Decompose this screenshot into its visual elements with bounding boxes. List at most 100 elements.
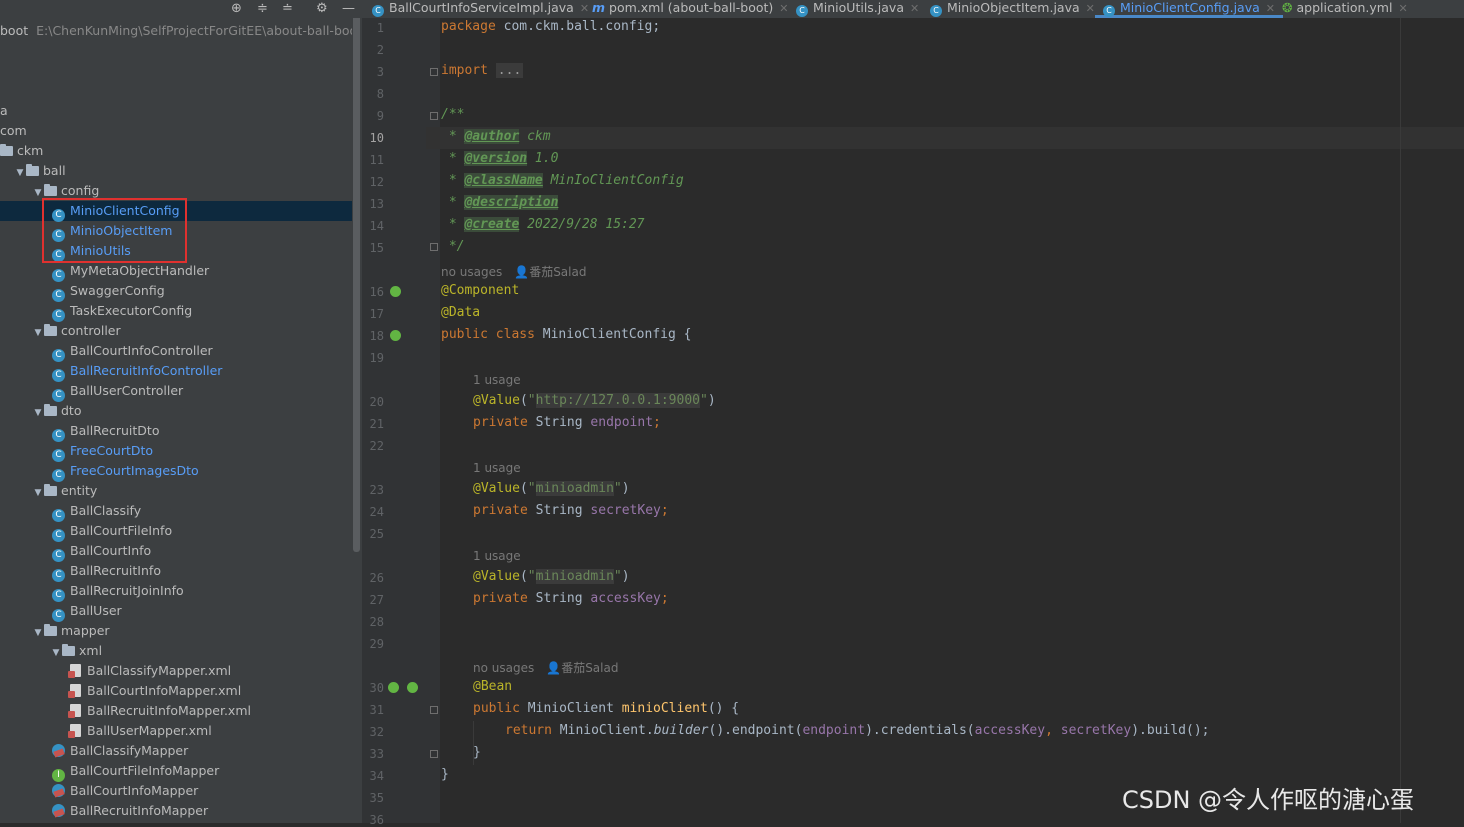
spring-bean-icon[interactable] — [390, 286, 401, 297]
tree-item-dto[interactable]: ▼ dto — [32, 401, 82, 423]
chevron-down-icon[interactable]: ▼ — [50, 643, 62, 663]
tree-item-mapper[interactable]: ▼ mapper — [32, 621, 110, 641]
line-number[interactable]: 16 — [362, 285, 384, 299]
code-line-9[interactable]: /** — [441, 107, 464, 122]
line-number[interactable]: 9 — [362, 109, 384, 123]
line-number[interactable]: 26 — [362, 571, 384, 585]
spring-bean-icon[interactable] — [388, 682, 399, 693]
line-number[interactable]: 24 — [362, 505, 384, 519]
close-icon[interactable]: ✕ — [1086, 2, 1095, 15]
code-line-23[interactable]: @Value("minioadmin") — [473, 481, 630, 496]
close-icon[interactable]: ✕ — [1398, 2, 1407, 15]
code-line-16[interactable]: @Component — [441, 283, 519, 298]
close-icon[interactable]: ✕ — [779, 2, 788, 15]
code-line-15[interactable]: */ — [441, 239, 465, 254]
line-number[interactable]: 2 — [362, 43, 384, 57]
tree-item-mymetaobjecthandler[interactable]: C MyMetaObjectHandler — [52, 261, 209, 282]
tree-item-ballclassify[interactable]: C BallClassify — [52, 501, 141, 522]
tree-item-ballusercontroller[interactable]: C BallUserController — [52, 381, 183, 402]
tree-item-ballrecruitdto[interactable]: C BallRecruitDto — [52, 421, 159, 442]
tab-minioclientconfig[interactable]: C MinioClientConfig.java ✕ — [1095, 0, 1283, 18]
chevron-down-icon[interactable]: ▼ — [32, 483, 44, 503]
line-number[interactable]: 13 — [362, 197, 384, 211]
line-number[interactable]: 15 — [362, 241, 384, 255]
chevron-down-icon[interactable]: ▼ — [14, 163, 26, 183]
fold-marker[interactable] — [430, 750, 438, 758]
tree-item-ballcourtfileinfomapper[interactable]: I BallCourtFileInfoMapper — [52, 761, 219, 782]
line-number[interactable]: 22 — [362, 439, 384, 453]
tree-item-ballcourtinfomapper-xml[interactable]: BallCourtInfoMapper.xml — [68, 681, 241, 701]
tab-pom-xml[interactable]: m pom.xml (about-ball-boot) ✕ — [592, 0, 789, 18]
tree-item-ballcourtinfocontroller[interactable]: C BallCourtInfoController — [52, 341, 213, 362]
tree-item-freecourtdto[interactable]: C FreeCourtDto — [52, 441, 153, 462]
line-number[interactable]: 28 — [362, 615, 384, 629]
line-number[interactable]: 19 — [362, 351, 384, 365]
line-number[interactable]: 1 — [362, 21, 384, 35]
inlay-hint-usages[interactable]: no usages 👤番茄Salad — [441, 263, 586, 280]
collapse-all-icon[interactable]: ≐ — [282, 1, 293, 16]
gear-icon[interactable]: ⚙ — [316, 1, 328, 16]
line-number[interactable]: 31 — [362, 703, 384, 717]
tree-item-balluser[interactable]: C BallUser — [52, 601, 122, 622]
tab-minioutils[interactable]: C MinioUtils.java ✕ — [796, 0, 919, 18]
folded-imports[interactable]: ... — [495, 63, 524, 78]
line-number[interactable]: 20 — [362, 395, 384, 409]
spring-bean-icon[interactable] — [407, 682, 418, 693]
code-line-33[interactable]: } — [473, 745, 481, 760]
line-number[interactable]: 29 — [362, 637, 384, 651]
code-line-18[interactable]: public class MinioClientConfig { — [441, 327, 691, 342]
chevron-down-icon[interactable]: ▼ — [32, 323, 44, 343]
tree-item-com[interactable]: com — [0, 121, 27, 141]
inlay-hint-usages[interactable]: 1 usage — [473, 549, 521, 563]
code-line-12[interactable]: * @className MinIoClientConfig — [441, 173, 684, 188]
line-number[interactable]: 21 — [362, 417, 384, 431]
chevron-down-icon[interactable]: ▼ — [32, 403, 44, 423]
line-number[interactable]: 3 — [362, 65, 384, 79]
line-number[interactable]: 10 — [362, 131, 384, 145]
line-number[interactable]: 14 — [362, 219, 384, 233]
tree-item-controller[interactable]: ▼ controller — [32, 321, 121, 341]
line-number[interactable]: 11 — [362, 153, 384, 167]
expand-all-icon[interactable]: ≑ — [257, 1, 268, 16]
code-line-11[interactable]: * @version 1.0 — [441, 151, 558, 166]
tree-item-ballcourtfileinfo[interactable]: C BallCourtFileInfo — [52, 521, 172, 542]
tree-scrollbar-thumb[interactable] — [353, 0, 360, 552]
tree-item-taskexecutorconfig[interactable]: C TaskExecutorConfig — [52, 301, 192, 322]
code-line-26[interactable]: @Value("minioadmin") — [473, 569, 630, 584]
close-icon[interactable]: ✕ — [1266, 2, 1275, 15]
code-line-20[interactable]: @Value("http://127.0.0.1:9000") — [473, 393, 716, 408]
line-number[interactable]: 8 — [362, 87, 384, 101]
line-number[interactable]: 34 — [362, 769, 384, 783]
tree-item-ballrecruitinfomapper-xml[interactable]: BallRecruitInfoMapper.xml — [68, 701, 251, 721]
fold-marker[interactable] — [430, 112, 438, 120]
tree-item-ballrecruitinfo[interactable]: C BallRecruitInfo — [52, 561, 161, 582]
fold-marker[interactable] — [430, 68, 438, 76]
spring-bean-icon[interactable] — [390, 330, 401, 341]
tree-item-ballusermapper-xml[interactable]: BallUserMapper.xml — [68, 721, 212, 741]
tree-item-ball[interactable]: ▼ ball — [14, 161, 66, 181]
code-line-24[interactable]: private String secretKey; — [473, 503, 669, 518]
code-line-3[interactable]: import ... — [441, 63, 524, 78]
tab-minioobjectitem[interactable]: C MinioObjectItem.java ✕ — [930, 0, 1095, 18]
tree-item-ckm[interactable]: ckm — [0, 141, 43, 161]
tree-item-freecourtimagesdto[interactable]: C FreeCourtImagesDto — [52, 461, 199, 482]
chevron-down-icon[interactable]: ▼ — [32, 623, 44, 643]
code-line-17[interactable]: @Data — [441, 305, 480, 320]
project-root-row[interactable]: boot E:\ChenKunMing\SelfProjectForGitEE\… — [0, 21, 352, 41]
line-number[interactable]: 30 — [362, 681, 384, 695]
code-line-1[interactable]: package com.ckm.ball.config; — [441, 19, 660, 34]
tree-item-swaggerconfig[interactable]: C SwaggerConfig — [52, 281, 165, 302]
tree-item-ballrecruitjoininfo[interactable]: C BallRecruitJoinInfo — [52, 581, 184, 602]
tree-item-a[interactable]: a — [0, 101, 8, 121]
tree-item-ballrecruitinfomapper[interactable]: BallRecruitInfoMapper — [52, 801, 208, 821]
inlay-hint-usages[interactable]: no usages 👤番茄Salad — [473, 659, 618, 676]
line-number[interactable]: 32 — [362, 725, 384, 739]
tree-item-ballclassifymapper[interactable]: BallClassifyMapper — [52, 741, 188, 761]
code-line-14[interactable]: * @create 2022/9/28 15:27 — [441, 217, 645, 232]
tab-application-yml[interactable]: ❂ application.yml ✕ — [1282, 0, 1408, 18]
fold-marker[interactable] — [430, 706, 438, 714]
close-icon[interactable]: ✕ — [580, 2, 589, 15]
line-number[interactable]: 18 — [362, 329, 384, 343]
tree-item-entity[interactable]: ▼ entity — [32, 481, 98, 503]
code-line-27[interactable]: private String accessKey; — [473, 591, 669, 606]
